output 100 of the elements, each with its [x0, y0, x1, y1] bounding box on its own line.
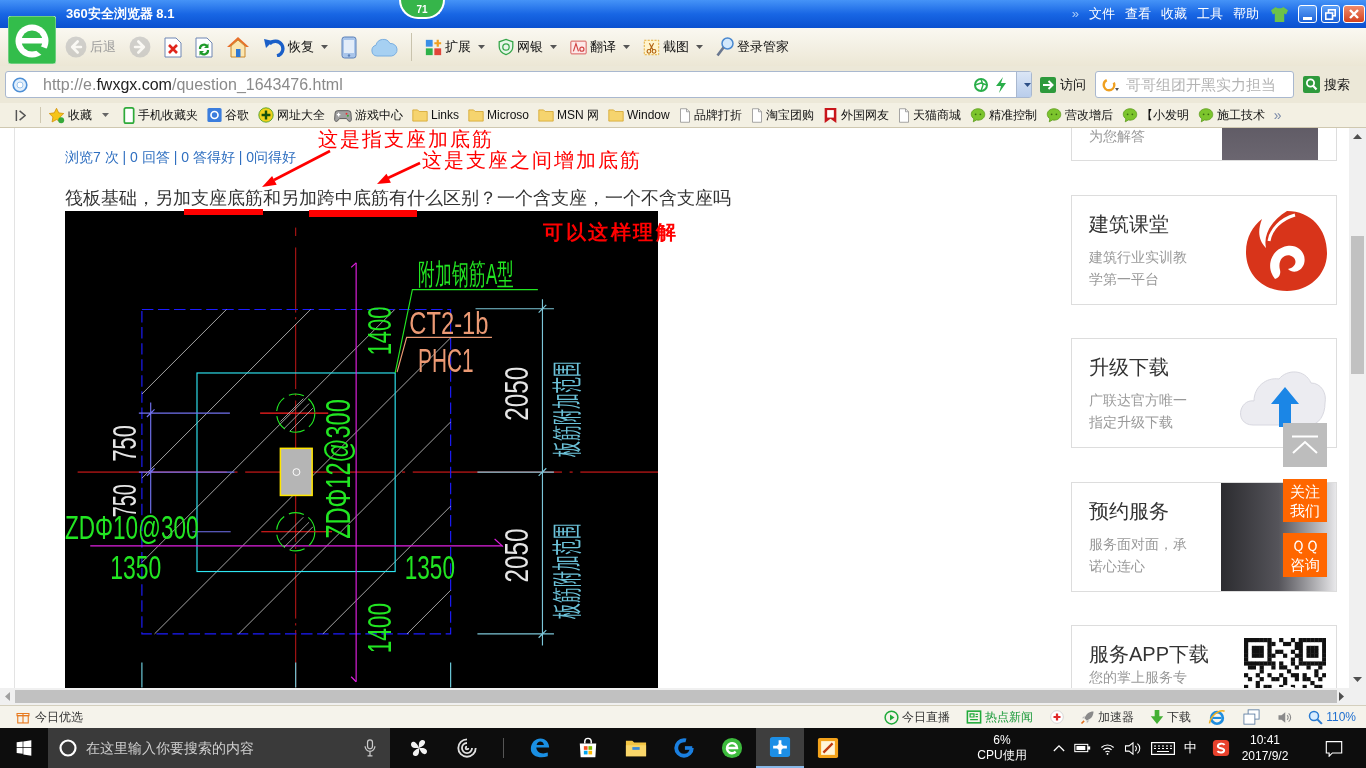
search-button[interactable]: 搜索: [1301, 71, 1352, 98]
shutter-icon[interactable]: [974, 77, 988, 92]
accelerator-button[interactable]: 加速器: [1080, 709, 1135, 725]
bank-button[interactable]: 网银: [496, 32, 559, 62]
promo-card[interactable]: 建筑课堂 建筑行业实训教学第一平台: [1071, 194, 1337, 305]
bookmark-item[interactable]: Window: [608, 104, 670, 126]
page-icon: [678, 107, 691, 123]
scroll-right-icon[interactable]: [1339, 692, 1344, 701]
taskbar-app[interactable]: [756, 728, 804, 768]
chat-bubble-icon: [969, 107, 986, 123]
down-arrow-icon: [1150, 709, 1165, 725]
bookmark-item[interactable]: 精准控制: [969, 104, 1037, 126]
restore-button[interactable]: 恢复: [261, 32, 330, 62]
input-method-indicator[interactable]: 中: [1184, 740, 1197, 756]
medical-cross-icon[interactable]: [1050, 710, 1065, 724]
notification-icon[interactable]: [1325, 739, 1343, 757]
menu-item[interactable]: 帮助: [1233, 6, 1259, 22]
bookmark-item[interactable]: 品牌打折: [678, 104, 742, 126]
menu-item[interactable]: 收藏: [1161, 6, 1187, 22]
globe-icon: [12, 76, 28, 93]
bookmark-item[interactable]: 【小发明: [1121, 104, 1189, 126]
dimension-label: 750: [105, 425, 144, 462]
scroll-down-icon[interactable]: [1353, 677, 1362, 682]
promo-card[interactable]: 升级下载 广联达官方唯一指定升级下载: [1071, 338, 1337, 448]
scrollbar-thumb[interactable]: [1351, 236, 1364, 374]
bookmark-item[interactable]: 淘宝团购: [750, 104, 814, 126]
dimension-label: 2050: [496, 528, 535, 583]
daily-picks-button[interactable]: 今日优选: [16, 710, 83, 724]
translate-button[interactable]: 翻译: [568, 32, 632, 62]
chevron-up-icon[interactable]: [1053, 744, 1065, 752]
promo-card[interactable]: 服务APP下载 您的掌上服务专: [1071, 625, 1337, 688]
shopping-bag-icon: [577, 737, 599, 759]
shirt-icon[interactable]: [1270, 5, 1289, 23]
bookmark-item[interactable]: Links: [412, 104, 459, 126]
s-logo-icon[interactable]: [1212, 739, 1230, 757]
bookmark-item[interactable]: 营改增后: [1045, 104, 1113, 126]
scroll-up-icon[interactable]: [1353, 134, 1362, 139]
bookmark-item[interactable]: 施工技术: [1197, 104, 1265, 126]
translate-icon: [570, 39, 587, 55]
card-subtitle: 建筑行业实训教学第一平台: [1089, 247, 1188, 289]
menu-item[interactable]: 工具: [1197, 6, 1223, 22]
bookmark-item[interactable]: 天猫商城: [897, 104, 961, 126]
bookmark-item[interactable]: 游戏中心: [334, 104, 403, 126]
bookmark-item[interactable]: 外国网友: [822, 104, 889, 126]
zoom-button[interactable]: 110%: [1308, 709, 1356, 725]
card-subtitle: 服务面对面，承诺心连心: [1089, 534, 1188, 576]
e-globe-icon[interactable]: [1208, 708, 1227, 726]
keyboard-icon[interactable]: [1151, 741, 1175, 755]
clock-time[interactable]: 10:41: [1250, 732, 1280, 748]
dimension-label: 750: [106, 484, 144, 518]
address-dropdown-button[interactable]: [1016, 72, 1031, 97]
minimize-button[interactable]: [1298, 5, 1317, 23]
screenshot-button[interactable]: 截图: [641, 32, 705, 62]
go-button[interactable]: 访问: [1038, 71, 1088, 98]
swirl-icon: [456, 737, 478, 759]
gamepad-icon: [334, 107, 352, 123]
bookmark-item[interactable]: 网址大全: [258, 104, 325, 126]
grid-icon: [425, 38, 442, 56]
card-subtitle: 为您解答: [1089, 128, 1146, 146]
g-logo-icon: [673, 737, 695, 759]
bookmark-item[interactable]: Microso: [468, 104, 530, 126]
news-button[interactable]: 热点新闻: [966, 710, 1034, 724]
speaker-icon[interactable]: [1124, 740, 1142, 756]
battery-icon[interactable]: [1074, 741, 1091, 755]
page-icon: [750, 107, 763, 123]
window-title: 360安全浏览器 8.1: [66, 6, 175, 22]
magnifier-icon: [716, 37, 734, 57]
bookmark-item[interactable]: 谷歌: [207, 104, 249, 126]
address-field[interactable]: http://e.fwxgx.com/question_1643476.html: [5, 71, 1032, 98]
menu-item[interactable]: 查看: [1125, 6, 1151, 22]
ring-tile-icon: [207, 107, 222, 123]
microphone-icon[interactable]: [364, 739, 376, 757]
menu-item[interactable]: 文件: [1089, 6, 1115, 22]
notepad-icon: [817, 737, 839, 759]
phone-icon: [341, 35, 357, 59]
chat-bubble-icon: [1197, 107, 1214, 123]
dimension-label: 2050: [496, 366, 535, 421]
clock-date[interactable]: 2017/9/2: [1241, 748, 1289, 764]
start-icon: [16, 740, 32, 756]
taskbar-search-field[interactable]: 在这里输入你要搜索的内容: [48, 728, 390, 768]
extensions-button[interactable]: 扩展: [423, 32, 487, 62]
horizontal-scrollbar[interactable]: [0, 688, 1366, 705]
caret-icon: [102, 113, 109, 117]
window-restore-button[interactable]: [1321, 5, 1340, 23]
lightning-icon[interactable]: [995, 76, 1007, 93]
ring-logo-icon: [1102, 77, 1121, 92]
sidebar-toggle-icon[interactable]: [15, 108, 26, 122]
rebar-label: 1350: [404, 548, 455, 587]
bookmark-item[interactable]: MSN 网: [538, 104, 600, 126]
card-title: 建筑课堂: [1089, 211, 1169, 236]
download-button[interactable]: 下载: [1150, 709, 1192, 725]
wifi-icon[interactable]: [1100, 741, 1115, 755]
scrollbar-thumb[interactable]: [15, 690, 1337, 703]
close-button[interactable]: [1343, 5, 1365, 23]
bookmark-item[interactable]: 手机收藏夹: [123, 104, 198, 126]
caret-icon: [696, 45, 703, 49]
vertical-scrollbar[interactable]: [1349, 128, 1366, 688]
login-button[interactable]: 登录管家: [714, 32, 791, 62]
live-button[interactable]: 今日直播: [884, 709, 951, 725]
bookmark-item[interactable]: 收藏: [48, 104, 114, 126]
